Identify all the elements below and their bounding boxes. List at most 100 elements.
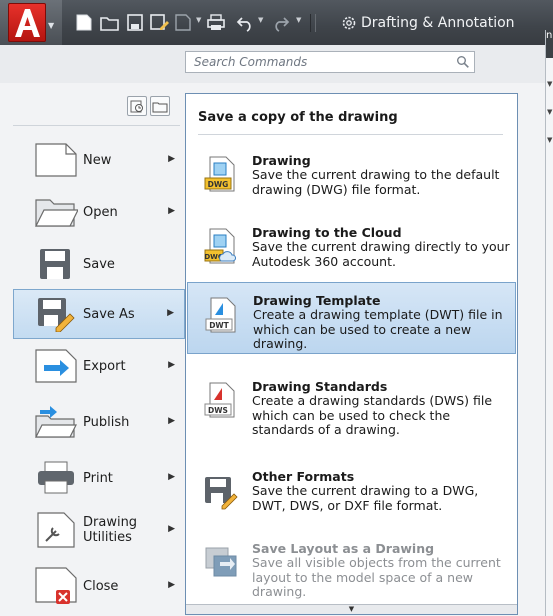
qat-separator	[310, 14, 316, 32]
workspace-switcher[interactable]: Drafting & Annotation	[340, 12, 515, 34]
new-document-icon	[33, 140, 79, 180]
close-document-icon	[33, 566, 79, 606]
menu-item-open[interactable]: Open ▶	[17, 187, 185, 237]
flyout-item-text: Drawing Standards Create a drawing stand…	[252, 380, 512, 438]
flyout-item-drawing-template[interactable]: DWT Drawing Template Create a drawing te…	[187, 282, 516, 354]
menu-item-save[interactable]: Save	[17, 239, 185, 289]
menu-item-label: Open	[83, 204, 118, 220]
open-folder-icon	[33, 192, 79, 232]
dwg-cloud-icon: DWG	[204, 228, 237, 264]
search-input[interactable]	[186, 52, 444, 72]
right-ribbon-peek: na ▼ ▼ ▼	[545, 30, 553, 616]
gear-icon	[342, 16, 356, 30]
chevron-down-icon[interactable]: ▼	[547, 108, 552, 116]
submenu-arrow-icon: ▶	[168, 206, 175, 216]
qat-redo-icon[interactable]	[270, 10, 292, 34]
save-disk-icon	[33, 244, 79, 284]
menu-item-drawing-utilities[interactable]: Drawing Utilities ▶	[17, 505, 185, 555]
qat-new-icon[interactable]	[73, 10, 95, 34]
menu-item-label: Export	[83, 358, 126, 374]
open-documents-icon[interactable]	[150, 96, 170, 116]
chevron-down-icon: ▼	[348, 605, 355, 613]
autocad-logo-icon	[8, 3, 46, 42]
divider	[13, 125, 180, 126]
qat-plot-icon[interactable]	[172, 10, 194, 34]
flyout-item-other-formats[interactable]: Other Formats Save the current drawing t…	[187, 460, 516, 528]
export-icon	[33, 346, 79, 386]
divider	[198, 134, 503, 135]
qat-print-icon[interactable]	[205, 10, 227, 34]
flyout-item-drawing-standards[interactable]: DWS Drawing Standards Create a drawing s…	[187, 370, 516, 446]
menu-item-label: Save	[83, 256, 115, 272]
flyout-item-desc: Create a drawing standards (DWS) file wh…	[252, 393, 493, 437]
recent-documents-toolbar	[127, 96, 170, 116]
flyout-item-drawing[interactable]: DWG Drawing Save the current drawing to …	[187, 144, 516, 212]
flyout-item-text: Drawing Template Create a drawing templa…	[253, 294, 513, 352]
flyout-item-name: Drawing Standards	[252, 379, 388, 394]
flyout-item-desc: Save all visible objects from the curren…	[252, 555, 501, 599]
qat-open-icon[interactable]	[99, 10, 121, 34]
menu-item-publish[interactable]: Publish ▶	[17, 397, 185, 447]
flyout-item-save-layout-as-drawing[interactable]: Save Layout as a Drawing Save all visibl…	[187, 532, 516, 606]
printer-icon	[33, 458, 79, 498]
save-layout-icon	[204, 546, 237, 582]
icon-text: DWT	[209, 321, 229, 330]
flyout-item-desc: Create a drawing template (DWT) file in …	[253, 307, 503, 351]
flyout-title: Save a copy of the drawing	[198, 110, 398, 125]
flyout-item-text: Other Formats Save the current drawing t…	[252, 470, 512, 513]
dwg-file-icon: DWG	[204, 156, 236, 192]
submenu-arrow-icon: ▶	[168, 416, 175, 426]
flyout-item-desc: Save the current drawing to the default …	[252, 167, 500, 197]
flyout-item-desc: Save the current drawing directly to you…	[252, 239, 510, 269]
workspace-label: Drafting & Annotation	[361, 15, 515, 31]
submenu-arrow-icon: ▶	[168, 154, 175, 164]
menu-item-print[interactable]: Print ▶	[17, 453, 185, 503]
chevron-down-icon[interactable]: ▼	[258, 16, 263, 24]
flyout-item-text: Drawing to the Cloud Save the current dr…	[252, 226, 512, 269]
chevron-down-icon[interactable]: ▼	[547, 80, 552, 88]
menu-item-save-as[interactable]: Save As ▶	[13, 289, 185, 339]
menu-item-export[interactable]: Export ▶	[17, 341, 185, 391]
submenu-arrow-icon: ▶	[167, 308, 174, 318]
chevron-down-icon[interactable]: ▼	[196, 16, 201, 24]
publish-icon	[33, 402, 79, 442]
save-as-icon	[33, 294, 79, 334]
flyout-scroll-down[interactable]: ▼	[186, 604, 517, 614]
application-menu-button[interactable]: ▼	[0, 0, 62, 45]
chevron-down-icon[interactable]: ▼	[547, 136, 552, 144]
ribbon-tab-peek[interactable]: na	[546, 30, 553, 58]
submenu-arrow-icon: ▶	[168, 580, 175, 590]
flyout-item-desc: Save the current drawing to a DWG, DWT, …	[252, 483, 479, 513]
dwt-file-icon: DWT	[205, 297, 237, 333]
menu-item-label: Close	[83, 578, 119, 594]
recent-documents-icon[interactable]	[127, 96, 147, 116]
title-bar: ▼ ▼ ▼ ▼ Drafting & Annotation	[0, 0, 553, 45]
menu-item-new[interactable]: New ▶	[17, 135, 185, 185]
qat-save-icon[interactable]	[124, 10, 146, 34]
menu-item-label: New	[83, 152, 112, 168]
qat-save-as-icon[interactable]	[148, 10, 170, 34]
qat-undo-icon[interactable]	[234, 10, 256, 34]
flyout-item-name: Other Formats	[252, 469, 355, 484]
menu-item-close[interactable]: Close ▶	[17, 561, 185, 611]
flyout-item-text: Save Layout as a Drawing Save all visibl…	[252, 542, 512, 600]
save-as-flyout: Save a copy of the drawing DWG Drawing S…	[185, 93, 518, 615]
submenu-arrow-icon: ▶	[168, 472, 175, 482]
drawing-utilities-icon	[33, 510, 79, 550]
save-as-other-formats-icon	[204, 476, 238, 512]
flyout-item-name: Drawing	[252, 153, 311, 168]
chevron-down-icon[interactable]: ▼	[296, 16, 301, 24]
menu-item-label: Publish	[83, 414, 130, 430]
search-icon[interactable]	[456, 55, 470, 69]
application-menu-left-column: New ▶ Open ▶ Save Save As ▶ Export ▶ Pub…	[0, 83, 185, 616]
search-row	[0, 45, 545, 83]
flyout-item-drawing-to-cloud[interactable]: DWG Drawing to the Cloud Save the curren…	[187, 216, 516, 284]
search-box[interactable]	[185, 51, 475, 73]
flyout-item-name: Drawing Template	[253, 293, 381, 308]
menu-item-label: Save As	[83, 306, 135, 322]
submenu-arrow-icon: ▶	[168, 360, 175, 370]
flyout-item-name: Save Layout as a Drawing	[252, 541, 435, 556]
chevron-down-icon: ▼	[48, 21, 55, 30]
submenu-arrow-icon: ▶	[168, 524, 175, 534]
application-menu: New ▶ Open ▶ Save Save As ▶	[0, 45, 545, 616]
